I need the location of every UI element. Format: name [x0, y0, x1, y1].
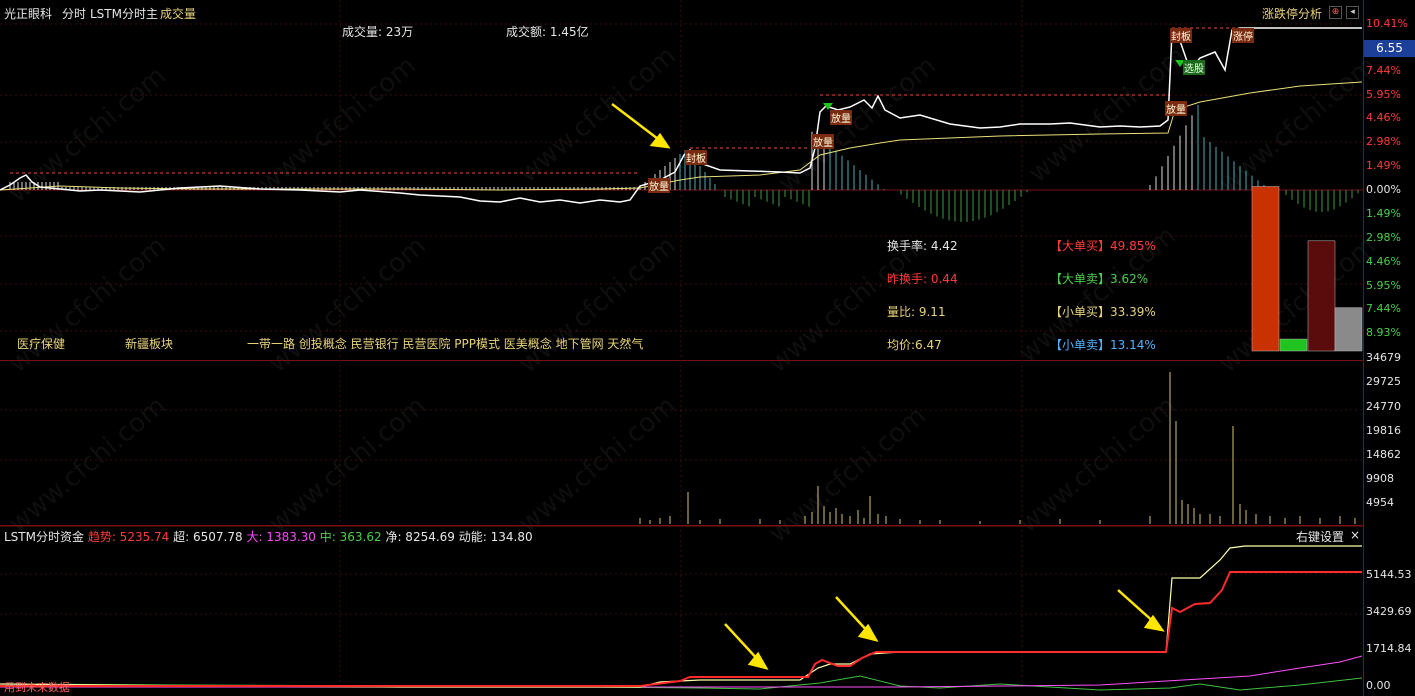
- volume-info: 成交量: 23万: [342, 25, 414, 39]
- tag-fangliang: 放量: [830, 110, 852, 125]
- price-axis-tick: 1.49%: [1366, 159, 1401, 172]
- volume-axis-tick: 34679: [1366, 351, 1401, 364]
- limit-analysis-link[interactable]: 涨跌停分析: [1262, 5, 1322, 22]
- price-axis-tick: 8.93%: [1366, 326, 1401, 339]
- small-sell-ratio: 【小单卖】13.14%: [1050, 338, 1156, 352]
- fund-axis-tick: 1714.84: [1366, 642, 1412, 655]
- tag-fangliang: 放量: [1165, 101, 1187, 116]
- volume-axis-tick: 9908: [1366, 472, 1394, 485]
- volume-axis-tick: 29725: [1366, 375, 1401, 388]
- volume-axis-tick: 19816: [1366, 424, 1401, 437]
- fund-axis-tick: 5144.53: [1366, 568, 1412, 581]
- fund-axis-tick: 3429.69: [1366, 605, 1412, 618]
- price-axis-tick: 5.95%: [1366, 279, 1401, 292]
- prev-turnover: 昨换手: 0.44: [887, 272, 958, 286]
- price-axis-tick: 2.98%: [1366, 231, 1401, 244]
- price-axis-tick: 2.98%: [1366, 135, 1401, 148]
- mode-label[interactable]: 分时: [62, 5, 86, 22]
- price-axis-tick: 0.00%: [1366, 183, 1401, 196]
- tag-xuangu: 选股: [1183, 60, 1205, 75]
- small-buy-ratio: 【小单买】33.39%: [1050, 305, 1156, 319]
- order-bar-small-buy: [1307, 240, 1336, 352]
- fund-axis-tick: 0.00: [1366, 679, 1391, 692]
- chart-canvas: [0, 0, 1363, 691]
- fund-trend: 趋势: 5235.74: [87, 530, 170, 544]
- concept-list[interactable]: 一带一路 创投概念 民营银行 民营医院 PPP模式 医美概念 地下管网 天然气: [247, 335, 643, 352]
- close-icon[interactable]: ×: [1350, 528, 1360, 542]
- volume-axis-tick: 14862: [1366, 448, 1401, 461]
- future-data-warning: 用到未来数据: [4, 681, 70, 694]
- tag-fangliang: 放量: [648, 178, 670, 193]
- current-price-badge: 6.55: [1364, 40, 1415, 57]
- right-click-settings[interactable]: 右键设置: [1296, 528, 1344, 545]
- fund-mid: 中: 363.62: [319, 530, 382, 544]
- fund-super: 超: 6507.78: [173, 530, 243, 544]
- amount-info: 成交额: 1.45亿: [506, 25, 589, 39]
- tag-zhangting: 涨停: [1232, 28, 1254, 43]
- volume-axis-tick: 24770: [1366, 400, 1401, 413]
- price-axis-tick: 1.49%: [1366, 207, 1401, 220]
- tag-fengban: 封板: [1170, 28, 1192, 43]
- price-axis-tick: 10.41%: [1366, 17, 1408, 30]
- order-bar-big-buy: [1251, 186, 1280, 352]
- price-axis-tick: 4.46%: [1366, 111, 1401, 124]
- order-bar-small-sell: [1334, 307, 1363, 352]
- price-axis-tick: 4.46%: [1366, 255, 1401, 268]
- order-bar-big-sell: [1279, 338, 1308, 352]
- turnover-rate: 换手率: 4.42: [887, 239, 958, 253]
- fund-net: 净: 8254.69: [385, 530, 455, 544]
- avg-price: 均价:6.47: [887, 338, 942, 352]
- concept-label[interactable]: 新疆板块: [125, 335, 173, 352]
- volume-label[interactable]: 成交量: [160, 5, 196, 22]
- price-axis-tick: 5.95%: [1366, 88, 1401, 101]
- menu-icon[interactable]: ◂: [1346, 6, 1359, 19]
- price-axis-tick: 7.44%: [1366, 302, 1401, 315]
- add-icon[interactable]: ⊕: [1329, 6, 1342, 19]
- big-buy-ratio: 【大单买】49.85%: [1050, 239, 1156, 253]
- indicator-label[interactable]: LSTM分时主: [90, 5, 158, 22]
- fund-panel-header: LSTM分时资金 趋势: 5235.74 超: 6507.78 大: 1383.…: [4, 528, 533, 545]
- price-axis-tick: 7.44%: [1366, 64, 1401, 77]
- fund-momentum: 动能: 134.80: [458, 530, 533, 544]
- big-sell-ratio: 【大单卖】3.62%: [1050, 272, 1149, 286]
- tag-fangliang: 放量: [812, 134, 834, 149]
- fund-title[interactable]: LSTM分时资金: [4, 530, 84, 544]
- stock-name[interactable]: 光正眼科: [4, 5, 52, 22]
- fund-big: 大: 1383.30: [246, 530, 316, 544]
- tag-fengban: 封板: [685, 150, 707, 165]
- concept-label[interactable]: 医疗保健: [17, 335, 65, 352]
- volume-axis-tick: 4954: [1366, 496, 1394, 509]
- volume-ratio: 量比: 9.11: [887, 305, 946, 319]
